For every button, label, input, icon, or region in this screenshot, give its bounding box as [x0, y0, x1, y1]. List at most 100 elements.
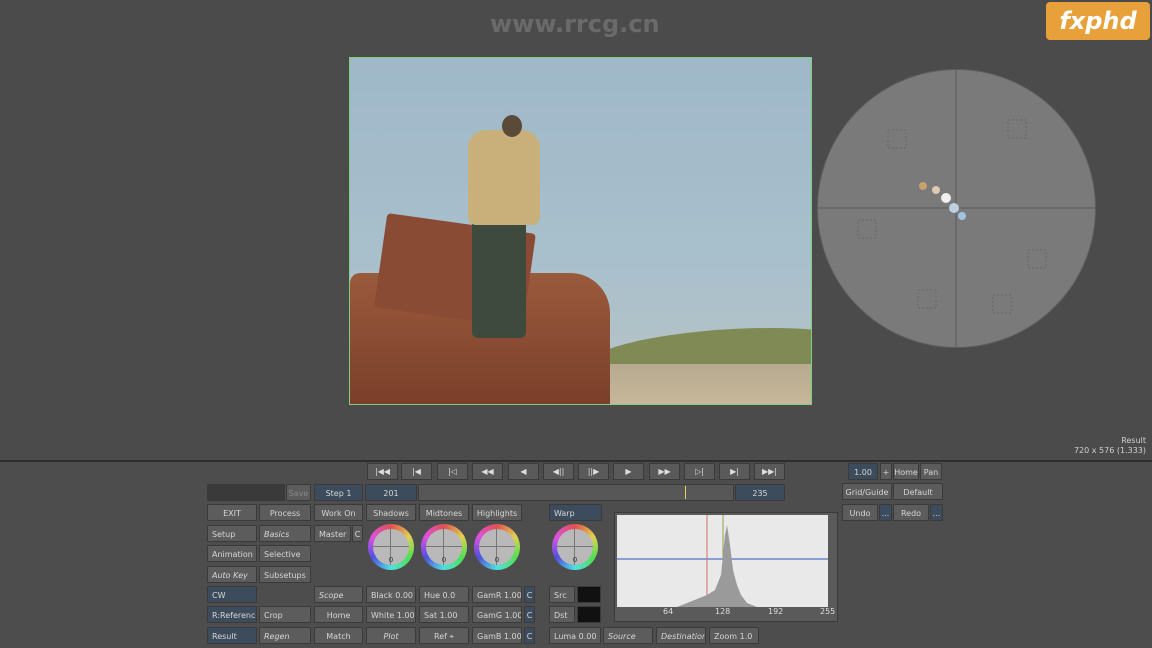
hue-field[interactable]: Hue 0.0 — [419, 586, 469, 603]
luma-field[interactable]: Luma 0.00 — [549, 627, 601, 644]
gamb-c-button[interactable]: C — [524, 627, 535, 644]
step-back-button[interactable]: ◀|| — [543, 463, 574, 480]
undo-button[interactable]: Undo — [842, 504, 878, 521]
scope-menu[interactable]: Scope — [314, 586, 363, 603]
gamr-c-button[interactable]: C — [524, 586, 535, 603]
highlights-wheel-value: 0 — [494, 556, 500, 564]
highlights-color-wheel[interactable]: 0 — [474, 524, 520, 570]
redo-button[interactable]: Redo — [893, 504, 929, 521]
watermark-text: www.rrcg.cn — [490, 10, 660, 38]
home-view-button[interactable]: Home — [893, 463, 919, 480]
sat-field[interactable]: Sat 1.00 — [419, 606, 469, 623]
gamr-field[interactable]: GamR 1.00 — [472, 586, 522, 603]
play-back-button[interactable]: ◀ — [508, 463, 539, 480]
timeline-playhead[interactable] — [685, 486, 686, 499]
grid-guide-button[interactable]: Grid/Guide — [842, 483, 892, 500]
selective-button[interactable]: Selective — [259, 545, 311, 562]
regen-toggle[interactable]: Regen — [259, 627, 311, 644]
src-label: Src — [549, 586, 575, 603]
warp-color-wheel[interactable]: 0 — [552, 524, 598, 570]
animation-button[interactable]: Animation — [207, 545, 257, 562]
hist-tick-255: 255 — [820, 607, 836, 616]
histogram: 64 128 192 255 — [614, 512, 838, 622]
tab-warp[interactable]: Warp — [549, 504, 602, 521]
frame-person-legs — [472, 218, 526, 338]
hist-tick-128: 128 — [715, 607, 731, 616]
prev-key-button[interactable]: |◀ — [401, 463, 432, 480]
zoom-value-field[interactable]: 1.00 — [848, 463, 878, 480]
prev-frame-button[interactable]: |◁ — [437, 463, 468, 480]
current-frame-field[interactable]: 201 — [365, 484, 417, 501]
shadows-color-wheel[interactable]: 0 — [368, 524, 414, 570]
play-button[interactable]: ▶ — [613, 463, 644, 480]
reference-button[interactable]: R:Reference — [207, 606, 257, 623]
destination-button[interactable]: Destination — [656, 627, 706, 644]
histogram-graph — [617, 515, 828, 607]
vectorscope-graticule — [818, 70, 1095, 347]
master-button[interactable]: Master — [314, 525, 351, 542]
tab-highlights[interactable]: Highlights — [472, 504, 522, 521]
process-button[interactable]: Process — [259, 504, 311, 521]
redo-list-button[interactable]: ... — [930, 504, 943, 521]
ref-button[interactable]: Ref ⌖ — [419, 627, 469, 644]
source-button[interactable]: Source — [603, 627, 653, 644]
white-field[interactable]: White 1.00 — [366, 606, 416, 623]
frame-person-head — [502, 115, 522, 137]
step-field[interactable]: Step 1 — [314, 484, 363, 501]
setup-button[interactable]: Setup — [207, 525, 257, 542]
cw-button[interactable]: CW — [207, 586, 257, 603]
default-button[interactable]: Default — [893, 483, 943, 500]
auto-key-toggle[interactable]: Auto Key — [207, 566, 257, 583]
basics-menu[interactable]: Basics — [259, 525, 311, 542]
goto-end-button[interactable]: ▶▶| — [754, 463, 785, 480]
viewer-resolution: 720 x 576 (1.333) — [1073, 446, 1146, 455]
timeline-bar[interactable] — [418, 484, 734, 501]
gamg-field[interactable]: GamG 1.00 — [472, 606, 522, 623]
gamg-c-button[interactable]: C — [524, 606, 535, 623]
name-field[interactable] — [207, 484, 285, 501]
histogram-plot — [617, 515, 828, 607]
viewer-info: Result 720 x 576 (1.333) — [1074, 436, 1146, 456]
pan-button[interactable]: Pan — [920, 463, 942, 480]
tab-shadows[interactable]: Shadows — [366, 504, 416, 521]
exit-button[interactable]: EXIT — [207, 504, 257, 521]
midtones-wheel-value: 0 — [441, 556, 447, 564]
fast-forward-button[interactable]: ▶▶ — [649, 463, 680, 480]
save-button[interactable]: Save — [286, 484, 311, 501]
next-key-button[interactable]: ▶| — [719, 463, 750, 480]
home-button[interactable]: Home — [314, 606, 363, 623]
black-field[interactable]: Black 0.00 — [366, 586, 416, 603]
goto-start-button[interactable]: |◀◀ — [367, 463, 398, 480]
frame-person-body — [468, 130, 540, 225]
step-forward-button[interactable]: ||▶ — [578, 463, 609, 480]
work-on-button[interactable]: Work On — [314, 504, 363, 521]
viewer-mode: Result — [1121, 436, 1146, 445]
shadows-wheel-value: 0 — [388, 556, 394, 564]
midtones-color-wheel[interactable]: 0 — [421, 524, 467, 570]
vectorscope — [817, 69, 1096, 348]
crosshair-icon: ⌖ — [449, 632, 454, 641]
src-swatch[interactable] — [577, 586, 601, 603]
ref-label: Ref — [434, 632, 447, 641]
result-button[interactable]: Result — [207, 627, 257, 644]
end-frame-field[interactable]: 235 — [735, 484, 785, 501]
tab-midtones[interactable]: Midtones — [419, 504, 469, 521]
crop-button[interactable]: Crop — [259, 606, 311, 623]
subsetups-button[interactable]: Subsetups — [259, 566, 311, 583]
dst-label: Dst — [549, 606, 575, 623]
rewind-button[interactable]: ◀◀ — [472, 463, 503, 480]
match-button[interactable]: Match — [314, 627, 363, 644]
fxphd-logo: fxphd — [1046, 2, 1150, 40]
hist-tick-192: 192 — [768, 607, 784, 616]
undo-list-button[interactable]: ... — [879, 504, 892, 521]
dst-swatch[interactable] — [577, 606, 601, 623]
video-frame[interactable] — [349, 57, 812, 405]
zoom-field[interactable]: Zoom 1.0 — [709, 627, 759, 644]
zoom-plus-icon[interactable]: + — [880, 463, 892, 480]
gamb-field[interactable]: GamB 1.00 — [472, 627, 522, 644]
plot-button[interactable]: Plot — [366, 627, 416, 644]
warp-wheel-value: 0 — [572, 556, 578, 564]
master-c-button[interactable]: C — [352, 525, 363, 542]
hist-tick-64: 64 — [663, 607, 674, 616]
next-frame-button[interactable]: ▷| — [684, 463, 715, 480]
